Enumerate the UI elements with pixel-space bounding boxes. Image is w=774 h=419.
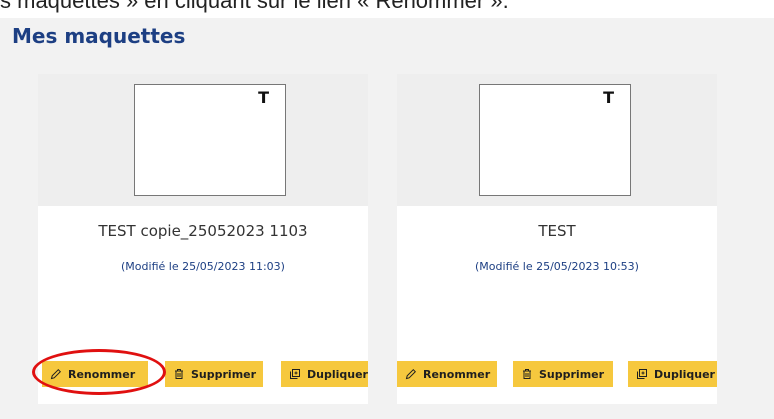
trash-icon	[173, 368, 185, 380]
delete-label: Supprimer	[539, 367, 605, 381]
modified-date: (Modifié le 25/05/2023 10:53)	[475, 260, 639, 273]
duplicate-button[interactable]: Dupliquer	[628, 361, 717, 387]
delete-label: Supprimer	[191, 367, 257, 381]
duplicate-button[interactable]: Dupliquer	[281, 361, 368, 387]
trash-icon	[521, 368, 533, 380]
rename-button[interactable]: Renommer	[42, 361, 148, 387]
pencil-icon	[405, 368, 417, 380]
template-title: TEST copie_25052023 1103	[98, 222, 308, 240]
intro-text: s maquettes » en cliquant sur le lien « …	[0, 0, 509, 13]
duplicate-icon	[636, 368, 648, 380]
template-card: T TEST copie_25052023 1103 (Modifié le 2…	[38, 74, 368, 404]
thumbnail-letter: T	[603, 88, 614, 107]
card-actions: Renommer Supprimer Dupliquer	[397, 361, 717, 391]
rename-button[interactable]: Renommer	[397, 361, 497, 387]
template-thumbnail[interactable]: T	[134, 84, 286, 196]
rename-label: Renommer	[423, 367, 491, 381]
thumbnail-area: T	[38, 74, 368, 206]
rename-label: Renommer	[68, 367, 136, 381]
delete-button[interactable]: Supprimer	[165, 361, 263, 387]
thumbnail-letter: T	[258, 88, 269, 107]
template-card: T TEST (Modifié le 25/05/2023 10:53) Ren…	[397, 74, 717, 404]
template-thumbnail[interactable]: T	[479, 84, 631, 196]
pencil-icon	[50, 368, 62, 380]
duplicate-icon	[289, 368, 301, 380]
duplicate-label: Dupliquer	[307, 367, 368, 381]
section-title: Mes maquettes	[12, 24, 186, 48]
duplicate-label: Dupliquer	[654, 367, 715, 381]
thumbnail-area: T	[397, 74, 717, 206]
modified-date: (Modifié le 25/05/2023 11:03)	[121, 260, 285, 273]
card-actions: Renommer Supprimer Dupliquer	[38, 361, 368, 391]
delete-button[interactable]: Supprimer	[513, 361, 613, 387]
template-title: TEST	[538, 222, 576, 240]
